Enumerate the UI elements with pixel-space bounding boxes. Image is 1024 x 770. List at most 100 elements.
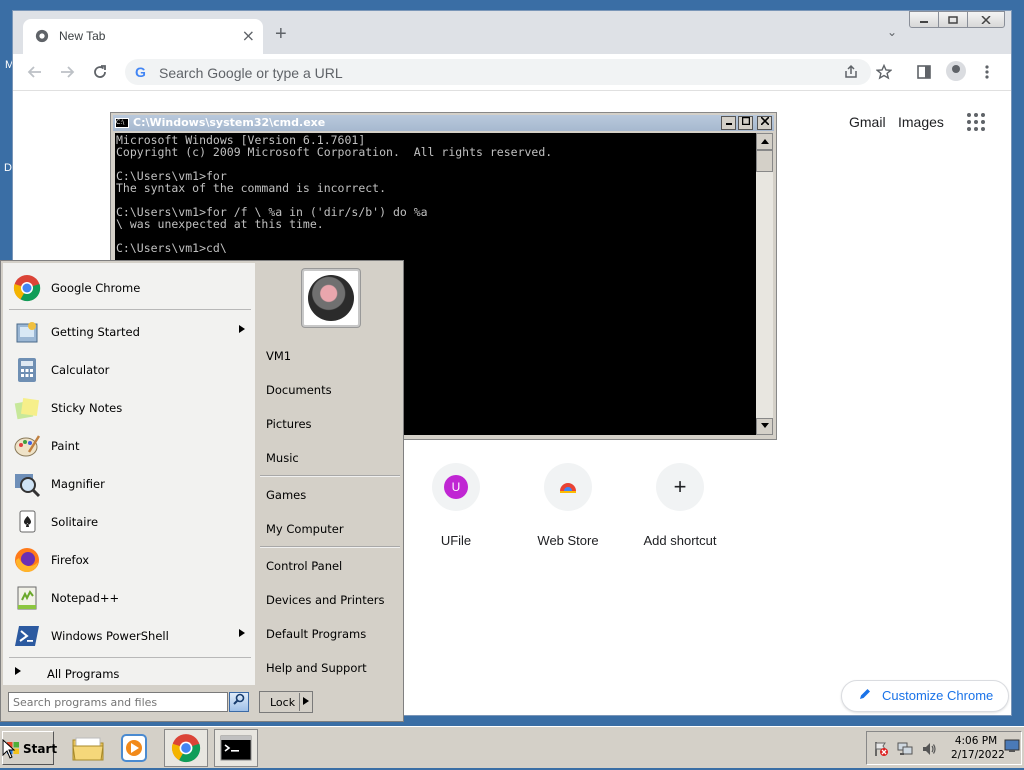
new-tab-button[interactable]: +: [275, 23, 287, 46]
places-default-programs[interactable]: Default Programs: [266, 627, 366, 641]
places-user-folder[interactable]: VM1: [266, 349, 291, 363]
places-devices-and-printers[interactable]: Devices and Printers: [266, 593, 385, 607]
close-button[interactable]: [967, 11, 1005, 28]
action-center-flag-icon[interactable]: [873, 741, 889, 757]
cmd-titlebar[interactable]: C:\ C:\Windows\system32\cmd.exe: [113, 115, 774, 131]
start-item-google-chrome[interactable]: Google Chrome: [9, 271, 253, 305]
menu-kebab-icon[interactable]: [983, 64, 991, 80]
shortcut-ufile[interactable]: U UFile: [406, 463, 506, 548]
places-my-computer[interactable]: My Computer: [266, 522, 344, 536]
places-separator: [260, 475, 400, 477]
start-item-windows-powershell[interactable]: Windows PowerShell: [9, 619, 253, 653]
shortcut-tile: +: [656, 463, 704, 511]
start-item-sticky-notes[interactable]: Sticky Notes: [9, 391, 253, 425]
taskbar-cmd[interactable]: [214, 729, 258, 767]
tab-title: New Tab: [59, 29, 106, 43]
volume-icon[interactable]: [921, 741, 937, 757]
network-icon[interactable]: [897, 741, 913, 757]
start-item-paint[interactable]: Paint: [9, 429, 253, 463]
start-search-input[interactable]: [9, 693, 223, 710]
start-item-solitaire[interactable]: Solitaire: [9, 505, 253, 539]
start-menu-places: VM1 Documents Pictures Music Games My Co…: [256, 261, 403, 687]
lock-button[interactable]: Lock: [259, 691, 313, 713]
minimize-icon: [920, 20, 928, 23]
scroll-up-button[interactable]: [756, 133, 773, 150]
address-input[interactable]: [157, 62, 761, 84]
profile-avatar-icon[interactable]: [946, 61, 966, 81]
places-music[interactable]: Music: [266, 451, 299, 465]
cmd-close-button[interactable]: [757, 116, 772, 130]
start-item-notepad-plus-plus[interactable]: Notepad++: [9, 581, 253, 615]
places-help-and-support[interactable]: Help and Support: [266, 661, 367, 675]
google-g-icon: G: [135, 64, 146, 80]
tab-close-button[interactable]: ×: [242, 26, 255, 45]
share-icon[interactable]: [843, 64, 859, 80]
places-games[interactable]: Games: [266, 488, 306, 502]
web-store-icon: [560, 483, 576, 493]
cmd-minimize-button[interactable]: [721, 116, 736, 130]
tab-new-tab[interactable]: New Tab ×: [23, 19, 263, 54]
tab-search-button[interactable]: ⌄: [887, 25, 897, 39]
images-link[interactable]: Images: [898, 114, 944, 130]
minimize-button[interactable]: [909, 11, 939, 28]
calculator-icon: [18, 358, 36, 382]
shortcut-web-store[interactable]: Web Store: [518, 463, 618, 548]
gmail-link[interactable]: Gmail: [849, 114, 886, 130]
start-item-firefox[interactable]: Firefox: [9, 543, 253, 577]
maximize-icon: [741, 116, 750, 126]
taskbar-media-player[interactable]: [112, 729, 156, 767]
plus-icon: +: [673, 474, 687, 499]
shutdown-options-arrow-icon[interactable]: [303, 697, 309, 705]
submenu-arrow-icon: [239, 325, 245, 333]
show-desktop-icon[interactable]: [1004, 739, 1020, 753]
start-item-label: Notepad++: [51, 591, 120, 605]
minimize-icon: [725, 123, 732, 125]
right-triangle-icon: [15, 667, 21, 675]
back-icon[interactable]: [27, 64, 43, 80]
cmd-window-icon: C:\: [115, 118, 129, 128]
start-item-label: Getting Started: [51, 325, 140, 339]
start-menu-programs: Google Chrome Getting Started Calculator…: [3, 263, 255, 685]
start-menu-separator: [9, 657, 251, 658]
all-programs-label: All Programs: [47, 667, 120, 681]
customize-chrome-button[interactable]: Customize Chrome: [841, 680, 1009, 712]
cmd-maximize-button[interactable]: [738, 116, 753, 130]
places-control-panel[interactable]: Control Panel: [266, 559, 342, 573]
clock-date: 2/17/2022: [951, 749, 1005, 761]
start-item-getting-started[interactable]: Getting Started: [9, 315, 253, 349]
reload-icon[interactable]: [92, 64, 108, 80]
start-item-calculator[interactable]: Calculator: [9, 353, 253, 387]
start-item-label: Magnifier: [51, 477, 105, 491]
cmd-icon: [220, 735, 252, 761]
bookmark-star-icon[interactable]: [876, 64, 892, 80]
notification-area: 4:06 PM 2/17/2022: [866, 731, 1022, 765]
omnibox[interactable]: G: [125, 59, 871, 85]
start-search-box[interactable]: [8, 692, 228, 712]
taskbar-explorer[interactable]: [66, 729, 110, 767]
mouse-cursor-icon: [2, 739, 16, 759]
forward-icon[interactable]: [59, 64, 75, 80]
places-documents[interactable]: Documents: [266, 383, 332, 397]
user-picture[interactable]: [302, 269, 360, 327]
start-item-magnifier[interactable]: Magnifier: [9, 467, 253, 501]
scroll-down-button[interactable]: [756, 418, 773, 435]
cmd-vertical-scrollbar[interactable]: [756, 133, 773, 435]
side-panel-icon[interactable]: [916, 64, 932, 80]
start-menu-separator: [9, 309, 251, 310]
customize-chrome-label: Customize Chrome: [882, 688, 994, 703]
system-clock[interactable]: 4:06 PM 2/17/2022: [951, 734, 1005, 762]
all-programs-button[interactable]: All Programs: [9, 661, 253, 685]
shortcut-add[interactable]: + Add shortcut: [630, 463, 730, 548]
google-apps-icon[interactable]: [967, 113, 985, 131]
scrollbar-thumb[interactable]: [756, 150, 773, 172]
sticky-notes-icon: [14, 397, 40, 420]
magnifier-icon: [15, 474, 41, 498]
maximize-button[interactable]: [938, 11, 968, 28]
taskbar-chrome[interactable]: [164, 729, 208, 767]
browser-toolbar: G: [13, 54, 1011, 91]
cmd-title: C:\Windows\system32\cmd.exe: [133, 116, 326, 129]
desktop-icon-label: D: [4, 162, 12, 174]
places-pictures[interactable]: Pictures: [266, 417, 312, 431]
folder-icon: [72, 737, 104, 761]
start-search-button[interactable]: [229, 692, 249, 712]
